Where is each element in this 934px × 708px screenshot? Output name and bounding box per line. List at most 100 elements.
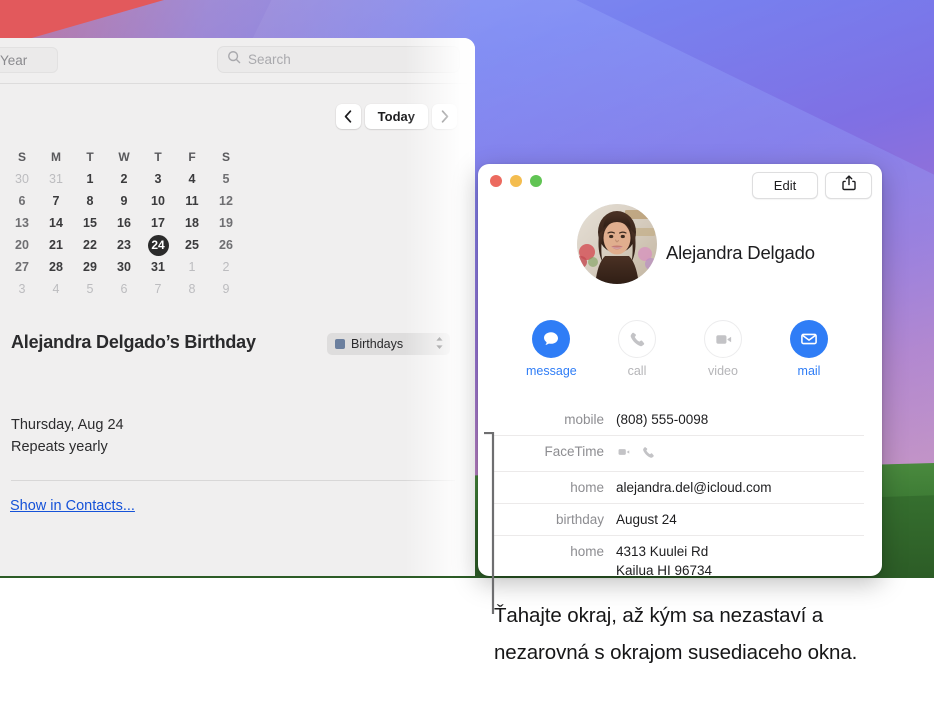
field-value xyxy=(616,442,656,465)
contact-field-row[interactable]: home 4313 Kuulei Rd Kailua HI 96734 xyxy=(492,536,864,576)
calendar-day[interactable]: 10 xyxy=(141,190,175,212)
next-month-button[interactable] xyxy=(432,104,457,129)
calendar-day[interactable]: 9 xyxy=(107,190,141,212)
calendar-day[interactable]: 28 xyxy=(39,256,73,278)
calendar-day[interactable]: 15 xyxy=(73,212,107,234)
calendar-week-row: 6 7 8 9 10 11 12 xyxy=(5,190,255,212)
weekday-header: S xyxy=(17,150,26,164)
calendar-day[interactable]: 5 xyxy=(209,168,243,190)
calendar-day[interactable]: 20 xyxy=(5,234,39,256)
action-call[interactable]: call xyxy=(612,320,662,378)
field-value: alejandra.del@icloud.com xyxy=(616,480,772,495)
calendar-day[interactable]: 8 xyxy=(73,190,107,212)
event-calendar-popup[interactable]: Birthdays xyxy=(327,333,450,355)
phone-icon[interactable] xyxy=(641,445,656,465)
event-calendar-name: Birthdays xyxy=(351,337,404,351)
calendar-day[interactable]: 1 xyxy=(175,256,209,278)
calendar-nav-group: Today xyxy=(335,104,457,129)
calendar-color-swatch xyxy=(335,339,345,349)
calendar-day[interactable]: 26 xyxy=(209,234,243,256)
calendar-day[interactable]: 6 xyxy=(107,278,141,300)
event-title: Alejandra Delgado’s Birthday xyxy=(11,332,256,352)
calendar-day[interactable]: 7 xyxy=(141,278,175,300)
calendar-day[interactable]: 9 xyxy=(209,278,243,300)
field-value: (808) 555-0098 xyxy=(616,412,709,427)
search-placeholder: Search xyxy=(248,52,291,67)
calendar-day[interactable]: 25 xyxy=(175,234,209,256)
calendar-toolbar: Year Search xyxy=(0,38,475,84)
calendar-day[interactable]: 30 xyxy=(5,168,39,190)
contact-identity: Alejandra Delgado xyxy=(478,204,882,298)
search-input[interactable]: Search xyxy=(217,46,460,73)
message-icon xyxy=(532,320,570,358)
share-icon xyxy=(841,175,856,196)
event-date: Thursday, Aug 24 xyxy=(11,417,124,433)
calendar-day[interactable]: 12 xyxy=(209,190,243,212)
mail-icon xyxy=(790,320,828,358)
calendar-day[interactable]: 5 xyxy=(73,278,107,300)
action-message[interactable]: message xyxy=(526,320,577,378)
contact-name: Alejandra Delgado xyxy=(666,242,815,263)
divider xyxy=(11,480,455,481)
calendar-week-row: 13 14 15 16 17 18 19 xyxy=(5,212,255,234)
mini-month-calendar[interactable]: S M T W T F S 30 31 1 2 3 4 5 6 7 8 9 10 11 12 13 14 15 16 17 18 19… xyxy=(5,146,255,300)
close-button[interactable] xyxy=(490,175,502,187)
video-icon[interactable] xyxy=(616,444,632,465)
calendar-day[interactable]: 30 xyxy=(107,256,141,278)
calendar-day-selected[interactable]: 24 xyxy=(141,234,175,256)
calendar-day[interactable]: 6 xyxy=(5,190,39,212)
calendar-day[interactable]: 31 xyxy=(141,256,175,278)
calendar-day[interactable]: 8 xyxy=(175,278,209,300)
calendar-day[interactable]: 1 xyxy=(73,168,107,190)
contact-field-row[interactable]: birthday August 24 xyxy=(492,504,864,536)
calendar-day[interactable]: 7 xyxy=(39,190,73,212)
today-button[interactable]: Today xyxy=(364,104,428,129)
contact-field-row[interactable]: mobile (808) 555-0098 xyxy=(492,404,864,436)
previous-month-button[interactable] xyxy=(335,104,361,129)
calendar-window: Year Search Today S M T W T F S 30 31 1 … xyxy=(0,38,475,576)
weekday-header: F xyxy=(188,150,196,164)
calendar-day[interactable]: 2 xyxy=(209,256,243,278)
share-button[interactable] xyxy=(825,172,872,199)
calendar-day[interactable]: 31 xyxy=(39,168,73,190)
calendar-day[interactable]: 21 xyxy=(39,234,73,256)
screenshot-root: Year Search Today S M T W T F S 30 31 1 … xyxy=(0,0,934,708)
calendar-day[interactable]: 18 xyxy=(175,212,209,234)
weekday-header: T xyxy=(86,150,94,164)
calendar-week-row: 20 21 22 23 24 25 26 xyxy=(5,234,255,256)
callout-leader-line xyxy=(483,431,510,619)
calendar-week-row: 27 28 29 30 31 1 2 xyxy=(5,256,255,278)
calendar-day[interactable]: 19 xyxy=(209,212,243,234)
calendar-day[interactable]: 3 xyxy=(5,278,39,300)
calendar-day[interactable]: 3 xyxy=(141,168,175,190)
calendar-day[interactable]: 16 xyxy=(107,212,141,234)
event-repeat: Repeats yearly xyxy=(11,439,108,455)
calendar-day[interactable]: 14 xyxy=(39,212,73,234)
action-label: mail xyxy=(797,364,821,378)
calendar-day[interactable]: 27 xyxy=(5,256,39,278)
contact-card-window: Edit Alejandra Delgado message call vide… xyxy=(478,164,882,576)
calendar-day[interactable]: 11 xyxy=(175,190,209,212)
view-year-button[interactable]: Year xyxy=(0,47,58,73)
contact-field-row[interactable]: home alejandra.del@icloud.com xyxy=(492,472,864,504)
calendar-day[interactable]: 17 xyxy=(141,212,175,234)
action-label: message xyxy=(526,364,577,378)
calendar-day[interactable]: 29 xyxy=(73,256,107,278)
show-in-contacts-link[interactable]: Show in Contacts... xyxy=(10,498,135,514)
contact-field-row[interactable]: FaceTime xyxy=(492,436,864,472)
weekday-header: T xyxy=(154,150,162,164)
calendar-day[interactable]: 2 xyxy=(107,168,141,190)
minimize-button[interactable] xyxy=(510,175,522,187)
calendar-day[interactable]: 4 xyxy=(39,278,73,300)
calendar-day[interactable]: 23 xyxy=(107,234,141,256)
action-mail[interactable]: mail xyxy=(784,320,834,378)
field-value-line2: Kailua HI 96734 xyxy=(616,563,713,576)
calendar-day[interactable]: 13 xyxy=(5,212,39,234)
calendar-day[interactable]: 22 xyxy=(73,234,107,256)
field-value: 4313 Kuulei Rd Kailua HI 96734 xyxy=(616,542,712,576)
edit-button[interactable]: Edit xyxy=(752,172,818,199)
action-label: video xyxy=(708,364,738,378)
zoom-button[interactable] xyxy=(530,175,542,187)
calendar-day[interactable]: 4 xyxy=(175,168,209,190)
action-video[interactable]: video xyxy=(698,320,748,378)
